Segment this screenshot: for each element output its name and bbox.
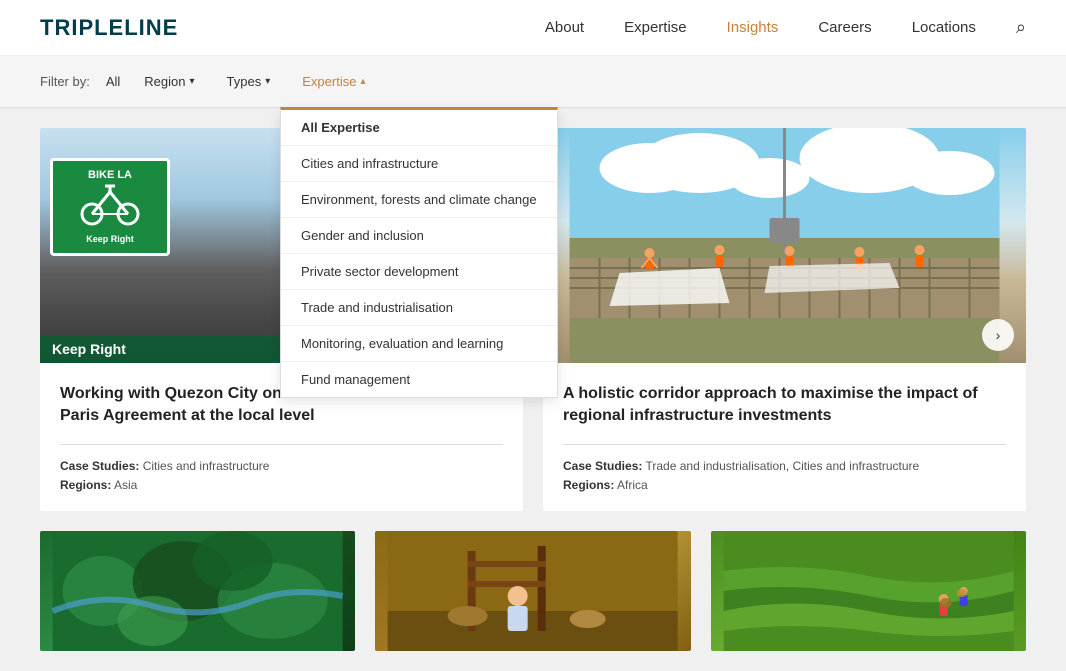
nav-careers[interactable]: Careers	[818, 19, 871, 36]
dropdown-item-trade[interactable]: Trade and industrialisation	[281, 290, 557, 326]
nav-insights[interactable]: Insights	[727, 19, 779, 36]
card-arrow-corridor[interactable]: ›	[982, 319, 1014, 351]
chevron-down-icon: ▾	[190, 76, 195, 87]
card-quezon-meta: Case Studies: Cities and infrastructure …	[60, 457, 503, 495]
dropdown-item-all[interactable]: All Expertise	[281, 110, 557, 146]
bicycle-icon	[80, 182, 140, 227]
construction-bg	[543, 128, 1026, 363]
dropdown-item-environment[interactable]: Environment, forests and climate change	[281, 182, 557, 218]
search-icon[interactable]: ⌕	[1016, 17, 1026, 38]
fields-img	[711, 531, 1026, 651]
card-corridor: › A holistic corridor approach to maximi…	[543, 128, 1026, 511]
dropdown-item-private[interactable]: Private sector development	[281, 254, 557, 290]
card-divider-2	[563, 444, 1006, 445]
card-corridor-body: A holistic corridor approach to maximise…	[543, 363, 1026, 511]
nav-about[interactable]: About	[545, 19, 584, 36]
filter-label: Filter by:	[40, 74, 90, 89]
cards-row-bottom	[40, 531, 1026, 651]
filter-bar: Filter by: All Region ▾ Types ▾ Expertis…	[0, 56, 1066, 108]
filter-types[interactable]: Types ▾	[219, 70, 279, 93]
card-worker[interactable]	[375, 531, 690, 651]
nav-expertise[interactable]: Expertise	[624, 19, 687, 36]
card-fields[interactable]	[711, 531, 1026, 651]
header: TRIPLELINE About Expertise Insights Care…	[0, 0, 1066, 56]
chevron-up-icon: ▴	[360, 76, 365, 87]
card-forest[interactable]	[40, 531, 355, 651]
dropdown-item-gender[interactable]: Gender and inclusion	[281, 218, 557, 254]
card-corridor-title: A holistic corridor approach to maximise…	[563, 383, 1006, 428]
dropdown-item-monitoring[interactable]: Monitoring, evaluation and learning	[281, 326, 557, 362]
card-corridor-image: ›	[543, 128, 1026, 363]
dropdown-item-fund[interactable]: Fund management	[281, 362, 557, 397]
dropdown-item-cities[interactable]: Cities and infrastructure	[281, 146, 557, 182]
forest-img	[40, 531, 355, 651]
bike-sign: BIKE LA Keep Right	[50, 158, 170, 256]
worker-img	[375, 531, 690, 651]
card-corridor-meta: Case Studies: Trade and industrialisatio…	[563, 457, 1006, 495]
filter-region[interactable]: Region ▾	[136, 70, 202, 93]
filter-all[interactable]: All	[106, 74, 120, 89]
chevron-down-icon: ▾	[265, 76, 270, 87]
nav-locations[interactable]: Locations	[912, 19, 976, 36]
card-divider	[60, 444, 503, 445]
main-nav: About Expertise Insights Careers Locatio…	[545, 17, 1026, 38]
construction-svg	[543, 128, 1026, 363]
logo: TRIPLELINE	[40, 15, 178, 41]
filter-expertise[interactable]: Expertise ▴	[294, 70, 373, 93]
expertise-dropdown: All Expertise Cities and infrastructure …	[280, 107, 558, 398]
